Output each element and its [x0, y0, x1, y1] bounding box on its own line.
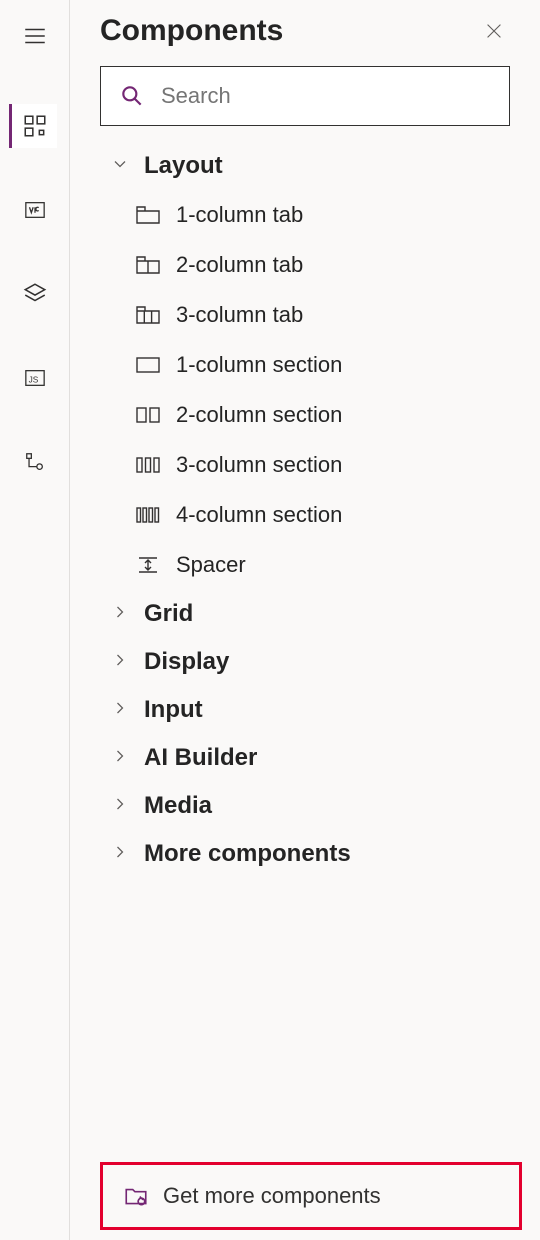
item-label: 3-column tab — [176, 302, 303, 328]
section-3col-icon — [134, 454, 162, 476]
svg-text:JS: JS — [28, 376, 38, 385]
chevron-right-icon — [110, 746, 130, 771]
folder-add-icon — [123, 1183, 149, 1209]
item-3-column-tab[interactable]: 3-column tab — [134, 290, 540, 340]
item-label: Spacer — [176, 552, 246, 578]
close-icon — [483, 20, 505, 42]
group-label: Display — [144, 648, 229, 676]
js-icon: JS — [24, 367, 46, 389]
search-input[interactable] — [161, 83, 491, 109]
search-box[interactable] — [100, 66, 510, 126]
section-4col-icon — [134, 504, 162, 526]
tab-3col-icon — [134, 304, 162, 326]
search-icon — [119, 83, 145, 109]
chevron-right-icon — [110, 602, 130, 627]
group-label: Media — [144, 792, 212, 820]
item-label: 4-column section — [176, 502, 342, 528]
group-more: More components — [70, 830, 540, 878]
item-label: 3-column section — [176, 452, 342, 478]
rail-text-button[interactable] — [11, 188, 59, 232]
group-media: Media — [70, 782, 540, 830]
item-label: 1-column tab — [176, 202, 303, 228]
chevron-right-icon — [110, 842, 130, 867]
tab-1col-icon — [134, 204, 162, 226]
spacer-icon — [134, 554, 162, 576]
group-layout: Layout 1-column tab 2-column tab 3-colum… — [70, 142, 540, 590]
item-label: 2-column section — [176, 402, 342, 428]
group-header-aibuilder[interactable]: AI Builder — [70, 734, 540, 782]
text-icon — [24, 199, 46, 221]
item-3-column-section[interactable]: 3-column section — [134, 440, 540, 490]
rail-layers-button[interactable] — [11, 272, 59, 316]
close-button[interactable] — [478, 15, 510, 47]
group-aibuilder: AI Builder — [70, 734, 540, 782]
group-label: More components — [144, 840, 351, 868]
components-tree: Layout 1-column tab 2-column tab 3-colum… — [70, 136, 540, 1162]
chevron-right-icon — [110, 794, 130, 819]
flow-icon — [24, 451, 46, 473]
group-header-media[interactable]: Media — [70, 782, 540, 830]
group-label: Layout — [144, 152, 223, 180]
panel-title: Components — [100, 14, 283, 48]
chevron-down-icon — [110, 154, 130, 179]
chevron-right-icon — [110, 650, 130, 675]
item-label: 1-column section — [176, 352, 342, 378]
layers-icon — [22, 281, 48, 307]
item-4-column-section[interactable]: 4-column section — [134, 490, 540, 540]
rail-components-button[interactable] — [9, 104, 57, 148]
chevron-right-icon — [110, 698, 130, 723]
components-icon — [22, 113, 48, 139]
item-1-column-section[interactable]: 1-column section — [134, 340, 540, 390]
item-spacer[interactable]: Spacer — [134, 540, 540, 590]
item-2-column-section[interactable]: 2-column section — [134, 390, 540, 440]
section-2col-icon — [134, 404, 162, 426]
hamburger-button[interactable] — [11, 14, 59, 58]
group-display: Display — [70, 638, 540, 686]
group-header-display[interactable]: Display — [70, 638, 540, 686]
group-input: Input — [70, 686, 540, 734]
group-label: Input — [144, 696, 203, 724]
rail-flow-button[interactable] — [11, 440, 59, 484]
group-grid: Grid — [70, 590, 540, 638]
item-label: 2-column tab — [176, 252, 303, 278]
group-header-layout[interactable]: Layout — [70, 142, 540, 190]
group-header-grid[interactable]: Grid — [70, 590, 540, 638]
group-header-input[interactable]: Input — [70, 686, 540, 734]
item-2-column-tab[interactable]: 2-column tab — [134, 240, 540, 290]
get-more-components-button[interactable]: Get more components — [100, 1162, 522, 1230]
tab-2col-icon — [134, 254, 162, 276]
get-more-components-label: Get more components — [163, 1183, 381, 1209]
group-label: Grid — [144, 600, 193, 628]
group-header-more[interactable]: More components — [70, 830, 540, 878]
hamburger-icon — [22, 23, 48, 49]
group-label: AI Builder — [144, 744, 257, 772]
rail-js-button[interactable]: JS — [11, 356, 59, 400]
item-1-column-tab[interactable]: 1-column tab — [134, 190, 540, 240]
section-1col-icon — [134, 354, 162, 376]
